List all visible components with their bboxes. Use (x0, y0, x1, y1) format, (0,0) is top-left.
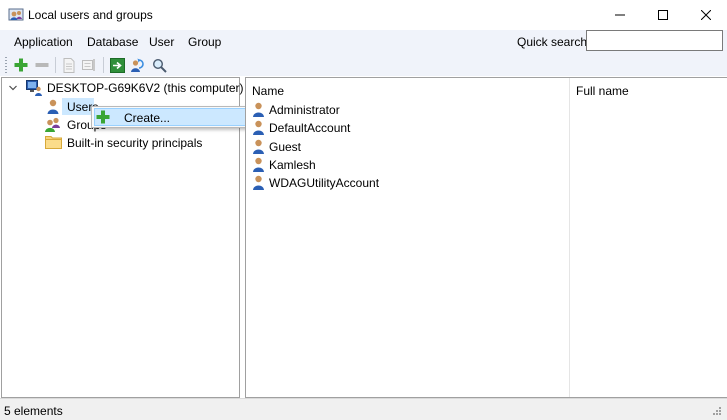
maximize-button[interactable] (640, 0, 686, 30)
minimize-icon (615, 14, 625, 16)
minimize-button[interactable] (597, 0, 643, 30)
user-icon (47, 99, 59, 114)
status-bar (0, 398, 727, 420)
resize-grip-icon[interactable] (710, 404, 722, 416)
quick-search-label: Quick search: (517, 35, 591, 49)
properties-button[interactable] (60, 56, 78, 74)
remove-button[interactable] (33, 56, 51, 74)
toolbar-grip[interactable] (5, 57, 7, 73)
list-item[interactable]: DefaultAccount (269, 121, 350, 135)
menu-user[interactable]: User (149, 35, 174, 49)
user-icon (253, 157, 264, 172)
column-header-full-name[interactable]: Full name (576, 84, 629, 98)
add-button[interactable] (12, 56, 30, 74)
chevron-down-icon[interactable] (8, 83, 18, 93)
menu-database[interactable]: Database (87, 35, 138, 49)
list-item[interactable]: WDAGUtilityAccount (269, 176, 379, 190)
user-icon (253, 139, 264, 154)
maximize-icon (658, 10, 668, 20)
toolbar-separator (55, 57, 56, 73)
search-button[interactable] (150, 56, 168, 74)
context-menu-item-create[interactable] (94, 108, 250, 126)
tree-root-label[interactable]: DESKTOP-G69K6V2 (this computer) (47, 81, 244, 95)
list-item[interactable]: Guest (269, 140, 301, 154)
context-menu-item-label: Create... (124, 111, 171, 125)
refresh-button[interactable] (129, 56, 147, 74)
status-text: 5 elements (4, 404, 63, 418)
menu-group[interactable]: Group (188, 35, 221, 49)
groups-icon (45, 117, 60, 132)
list-item[interactable]: Kamlesh (269, 158, 316, 172)
computer-icon (26, 80, 42, 96)
window-title: Local users and groups (28, 8, 153, 22)
column-header-name[interactable]: Name (252, 84, 284, 98)
tree-item-builtin-security-principals[interactable]: Built-in security principals (67, 136, 202, 150)
add-icon (96, 110, 110, 124)
quick-search-input[interactable] (586, 30, 723, 51)
user-icon (253, 102, 264, 117)
user-icon (253, 175, 264, 190)
export-icon (109, 57, 125, 73)
refresh-icon (131, 58, 144, 72)
column-divider[interactable] (569, 78, 570, 397)
add-icon (14, 58, 28, 72)
toolbar-separator (103, 57, 104, 73)
list-item[interactable]: Administrator (269, 103, 340, 117)
rename-icon (82, 59, 95, 71)
search-icon (152, 58, 167, 73)
close-icon (701, 10, 711, 20)
folder-icon (45, 136, 62, 149)
properties-icon (63, 57, 75, 73)
rename-button[interactable] (81, 56, 99, 74)
export-button[interactable] (108, 56, 126, 74)
menu-application[interactable]: Application (14, 35, 73, 49)
user-icon (253, 120, 264, 135)
users-app-icon (8, 8, 24, 21)
close-button[interactable] (683, 0, 727, 30)
remove-icon (35, 63, 49, 67)
